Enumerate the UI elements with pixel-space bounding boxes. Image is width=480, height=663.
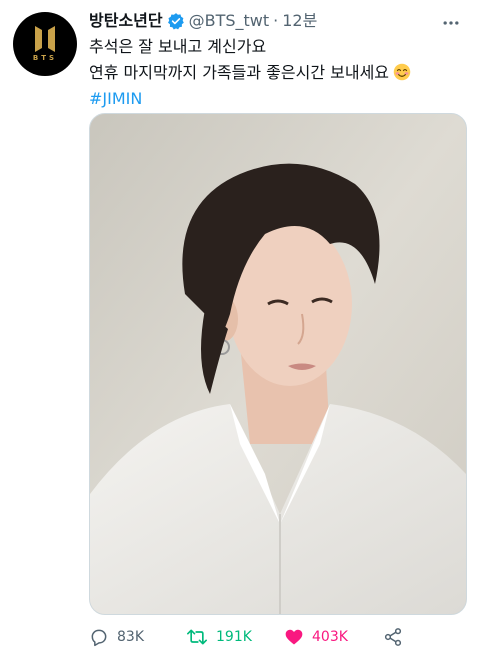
- display-name[interactable]: 방탄소년단: [89, 10, 163, 32]
- tweet-header: 방탄소년단 @BTS_twt · 12분: [89, 10, 440, 32]
- like-count: 403K: [312, 629, 348, 645]
- reply-count: 83K: [117, 629, 144, 645]
- tweet-text: 추석은 잘 보내고 계신가요 연휴 마지막까지 가족들과 좋은시간 보내세요 #…: [89, 34, 460, 112]
- share-icon: [383, 627, 403, 647]
- tweet-text-line-2: 연휴 마지막까지 가족들과 좋은시간 보내세요: [89, 63, 390, 82]
- more-icon: [443, 21, 459, 25]
- heart-icon: [284, 627, 304, 647]
- reply-icon: [89, 627, 109, 647]
- tweet-timestamp[interactable]: 12분: [282, 10, 317, 32]
- reply-button[interactable]: 83K: [89, 624, 144, 650]
- separator-dot: ·: [273, 11, 279, 30]
- retweet-button[interactable]: 191K: [186, 624, 252, 650]
- like-button[interactable]: 403K: [284, 624, 348, 650]
- hashtag-link[interactable]: #JIMIN: [89, 86, 460, 112]
- tweet-text-line-2-wrap: 연휴 마지막까지 가족들과 좋은시간 보내세요: [89, 60, 460, 86]
- retweet-icon: [186, 627, 208, 647]
- more-options-button[interactable]: [440, 12, 462, 34]
- retweet-count: 191K: [216, 629, 252, 645]
- photo-image: [90, 114, 466, 614]
- smiling-face-icon: [393, 63, 411, 81]
- action-bar: 83K 191K 403K: [89, 624, 460, 650]
- tweet-photo[interactable]: [89, 113, 467, 615]
- avatar[interactable]: BTS: [13, 12, 77, 76]
- author-handle[interactable]: @BTS_twt: [189, 10, 270, 32]
- avatar-logo-text: BTS: [32, 54, 58, 62]
- share-button[interactable]: [383, 624, 411, 650]
- tweet[interactable]: BTS 방탄소년단 @BTS_twt · 12분 추석은 잘 보내고 계신가요 …: [0, 0, 480, 663]
- verified-badge-icon: [167, 12, 185, 30]
- bts-logo-icon: [35, 26, 55, 52]
- tweet-text-line-1: 추석은 잘 보내고 계신가요: [89, 37, 267, 56]
